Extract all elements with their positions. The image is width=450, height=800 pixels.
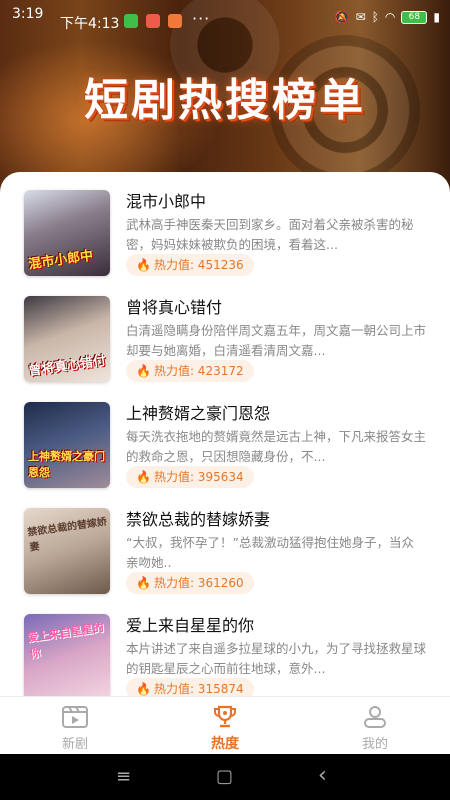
drama-cover[interactable]: 混市小郎中 (24, 190, 110, 276)
fire-icon: 🔥 (136, 258, 151, 272)
trophy-icon (211, 704, 239, 734)
drama-title[interactable]: 爱上来自星星的你 (126, 612, 254, 636)
heat-badge: 🔥 热力值: 423172 (126, 360, 254, 382)
bottom-tab-bar: 新剧 热度 我的 (0, 696, 450, 754)
tab-label: 我的 (361, 737, 388, 752)
wifi-icon: ◠ (384, 10, 396, 24)
fire-icon: 🔥 (136, 682, 151, 696)
fire-icon: 🔥 (136, 364, 151, 378)
list-item[interactable]: 上神赘婿之豪门恩怨 上神赘婿之豪门恩怨 每天洗衣拖地的赘婿竟然是远古上神，下凡来… (0, 384, 450, 488)
film-icon (61, 704, 89, 734)
status-time: 3:19 (12, 6, 44, 22)
cover-title-art: 禁欲总裁的替嫁娇妻 (26, 516, 108, 554)
sim-icon: ✉ (355, 10, 366, 24)
tab-label: 热度 (211, 736, 239, 752)
drama-title[interactable]: 混市小郎中 (126, 188, 206, 212)
drama-description: 本片讲述了来自遥多拉星球的小九，为了寻找拯救星球的钥匙星辰之心而前往地球，意外.… (126, 641, 426, 676)
drama-title[interactable]: 曾将真心错付 (126, 294, 222, 318)
cover-title-art: 曾将真心错付 (27, 353, 107, 380)
app-notify-icon (168, 14, 182, 28)
status-bar: 3:19 下午4:13 ··· 🔕 ✉ ᛒ ◠ 68 ▮ (0, 0, 450, 36)
list-item[interactable]: 爱上来自星星的你 爱上来自星星的你 本片讲述了来自遥多拉星球的小九，为了寻找拯救… (0, 596, 450, 696)
status-icons: 🔕 ✉ ᛒ ◠ 68 ▮ (335, 10, 440, 24)
home-icon[interactable]: ▢ (216, 766, 233, 787)
tab-label: 新剧 (61, 737, 88, 752)
heat-value: 热力值: 361260 (153, 576, 244, 590)
heat-value: 热力值: 315874 (153, 682, 244, 696)
mute-icon: 🔕 (334, 10, 350, 24)
heat-badge: 🔥 热力值: 315874 (126, 678, 254, 696)
app-notify-icon (124, 14, 138, 28)
ranking-list[interactable]: 混市小郎中 混市小郎中 武林高手神医秦天回到家乡。面对着父亲被杀害的秘密，妈妈妹… (0, 172, 450, 696)
list-item[interactable]: 禁欲总裁的替嫁娇妻 禁欲总裁的替嫁娇妻 “大叔，我怀孕了！”总裁激动猛得抱住她身… (0, 490, 450, 594)
heat-badge: 🔥 热力值: 361260 (126, 572, 254, 594)
drama-cover[interactable]: 上神赘婿之豪门恩怨 (24, 402, 110, 488)
drama-description: 白清遥隐瞒身份陪伴周文嘉五年，周文嘉一朝公司上市却要与她离婚，白清遥看清周文嘉.… (126, 323, 426, 358)
drama-cover[interactable]: 禁欲总裁的替嫁娇妻 (24, 508, 110, 594)
user-icon (361, 704, 389, 734)
list-item[interactable]: 混市小郎中 混市小郎中 武林高手神医秦天回到家乡。面对着父亲被杀害的秘密，妈妈妹… (0, 172, 450, 276)
heat-badge: 🔥 热力值: 451236 (126, 254, 254, 276)
heat-value: 热力值: 451236 (153, 258, 244, 272)
fire-icon: 🔥 (136, 576, 151, 590)
drama-cover[interactable]: 爱上来自星星的你 (24, 614, 110, 696)
cover-title-art: 混市小郎中 (27, 248, 95, 273)
fire-icon: 🔥 (136, 470, 151, 484)
battery-icon: 68 (401, 10, 428, 24)
status-time-secondary: 下午4:13 (60, 16, 120, 32)
drama-cover[interactable]: 曾将真心错付 (24, 296, 110, 382)
drama-description: 每天洗衣拖地的赘婿竟然是远古上神，下凡来报答女主的救命之恩，只因想隐藏身份，不.… (126, 429, 426, 464)
heat-value: 热力值: 395634 (153, 470, 244, 484)
signal-icon: ▮ (433, 10, 440, 24)
tab-mine[interactable]: 我的 (300, 697, 450, 754)
drama-title[interactable]: 上神赘婿之豪门恩怨 (126, 400, 270, 424)
page-title: 短剧热搜榜单 (84, 75, 366, 126)
drama-title[interactable]: 禁欲总裁的替嫁娇妻 (126, 506, 270, 530)
app-notify-icon (146, 14, 160, 28)
cover-title-art: 上神赘婿之豪门恩怨 (28, 450, 105, 479)
cover-title-art: 爱上来自星星的你 (26, 621, 105, 661)
heat-badge: 🔥 热力值: 395634 (126, 466, 254, 488)
tab-hot[interactable]: 热度 (150, 697, 300, 754)
drama-description: “大叔，我怀孕了！”总裁激动猛得抱住她身子，当众亲吻她.. (126, 535, 414, 570)
menu-icon[interactable]: ≡ (116, 766, 131, 787)
back-icon[interactable]: ‹ (318, 763, 327, 788)
app-screen: 短剧热搜榜单 3:19 下午4:13 ··· 🔕 ✉ ᛒ ◠ 68 ▮ 混市小郎… (0, 0, 450, 800)
tab-new-drama[interactable]: 新剧 (0, 697, 150, 754)
list-item[interactable]: 曾将真心错付 曾将真心错付 白清遥隐瞒身份陪伴周文嘉五年，周文嘉一朝公司上市却要… (0, 278, 450, 382)
system-nav-bar: ≡ ▢ ‹ (0, 754, 450, 800)
heat-value: 热力值: 423172 (153, 364, 244, 378)
drama-description: 武林高手神医秦天回到家乡。面对着父亲被杀害的秘密，妈妈妹妹被欺负的困境，看着这.… (126, 217, 414, 252)
more-notifications-icon: ··· (192, 9, 211, 28)
bluetooth-icon: ᛒ (371, 10, 379, 24)
